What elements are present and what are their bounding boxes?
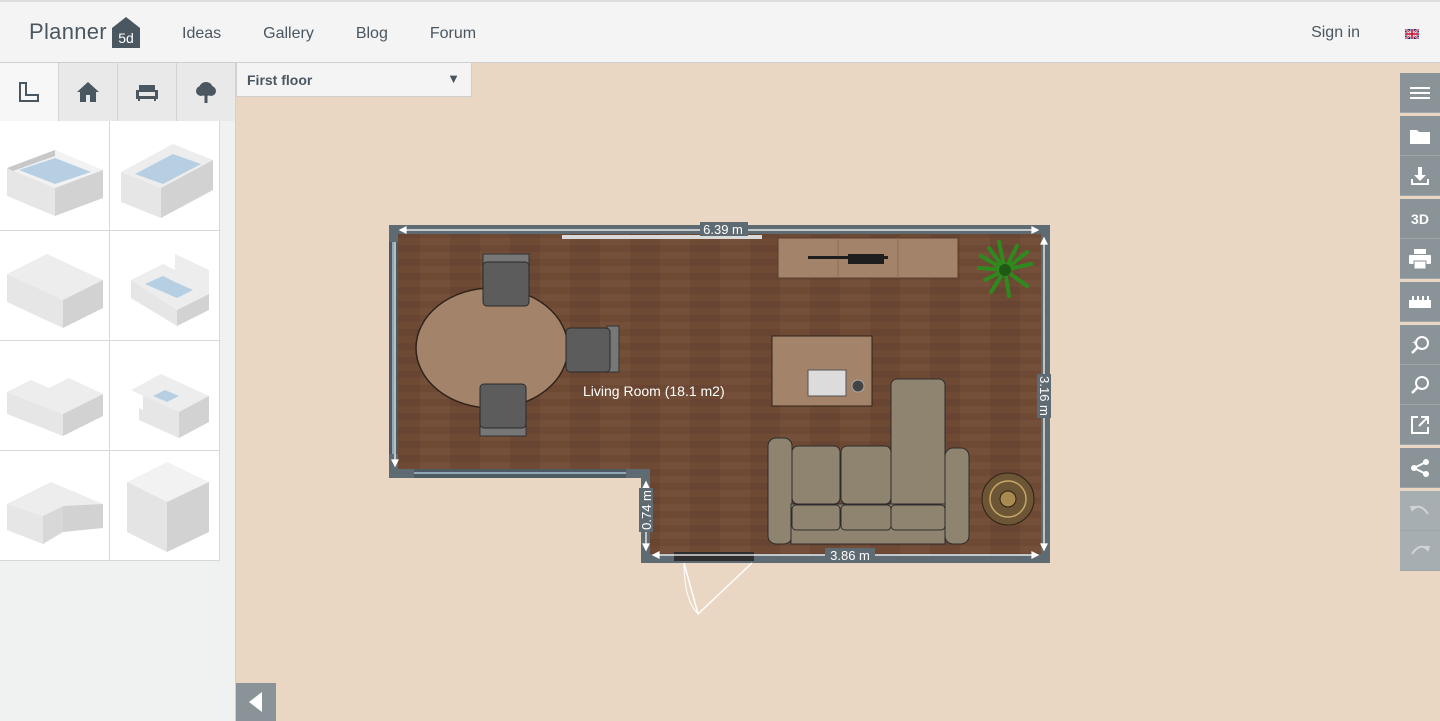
top-header: Planner 5d Ideas Gallery Blog Forum Sign… [0,0,1440,63]
ruler-button[interactable] [1400,282,1440,322]
zoom-in-icon: + [1411,335,1429,354]
collapse-panel-button[interactable] [236,683,276,721]
mug [851,379,865,393]
print-icon [1409,248,1431,269]
open-button[interactable] [1400,116,1440,156]
planner5d-logo[interactable]: Planner 5d [29,14,141,50]
room-shape-item[interactable] [0,341,110,451]
logo-badge-text: 5d [118,30,134,46]
rectangular-room-with-floor-icon [6,149,103,216]
share-button[interactable] [1400,448,1440,488]
dimension-bottom: 3.86 m [830,548,870,563]
tree-icon [196,82,216,103]
room-shape-item[interactable] [110,231,220,341]
3d-view-label: 3D [1411,210,1429,227]
download-icon [1411,166,1429,185]
room-shape-item[interactable] [0,121,110,231]
zoom-out-icon [1411,375,1429,394]
floor-plan-canvas[interactable]: 6.39 m 3.86 m 3.16 m 0.74 m [380,215,1060,625]
room-shape-item[interactable] [110,451,220,561]
sofa-icon [136,85,158,101]
uk-flag-icon[interactable] [1405,29,1419,39]
room-label[interactable]: Living Room (18.1 m2) [583,383,725,399]
chair-right [565,325,620,373]
l-shaped-room-wide-icon [6,377,103,436]
nav-ideas[interactable]: Ideas [182,25,221,43]
floor-select-value: First floor [247,72,313,88]
catalog-scrollbar[interactable] [222,121,235,721]
menu-button[interactable] [1400,73,1440,113]
logo-house-icon: 5d [111,17,140,48]
3d-view-button[interactable]: 3D [1400,199,1440,239]
catalog-panel [0,63,236,721]
door-swing [683,562,753,616]
external-link-icon [1411,415,1429,434]
room-outline-icon [19,82,39,102]
large-rectangular-room-icon [6,253,103,328]
rooms-tab[interactable] [0,63,59,121]
room-shape-item[interactable] [0,451,110,561]
download-button[interactable] [1400,156,1440,196]
cut-corner-room-icon [130,373,209,438]
right-toolbar: 3D + [1400,73,1440,571]
round-side-table [981,472,1035,526]
room-shape-item[interactable] [0,231,110,341]
house-icon [77,82,99,102]
share-icon [1411,458,1429,477]
room-shape-item[interactable] [110,341,220,451]
svg-text:+: + [1412,338,1417,347]
rectangular-room-icon [120,143,213,218]
furniture-tab[interactable] [118,63,177,121]
floor-select[interactable]: First floor ▼ [236,63,472,97]
l-shaped-room-icon [6,481,103,544]
house-tab[interactable] [59,63,118,121]
dimension-right: 3.16 m [1037,376,1052,416]
redo-icon [1411,545,1430,555]
sign-in-link[interactable]: Sign in [1311,24,1360,42]
menu-icon [1410,86,1430,99]
undo-icon [1410,505,1429,515]
ruler-icon [1409,295,1431,308]
l-shaped-room-small-icon [130,253,209,326]
chair-top [482,253,530,307]
nav-gallery[interactable]: Gallery [263,25,314,43]
room-shape-item[interactable] [110,121,220,231]
exterior-tab[interactable] [177,63,236,121]
laptop [807,369,847,397]
logo-text: Planner [29,19,107,44]
dimension-step: 0.74 m [639,490,654,530]
chair-bottom [479,383,527,437]
floor-plan-drawing: 6.39 m 3.86 m 3.16 m 0.74 m [389,222,1052,616]
chevron-left-icon [249,692,262,712]
zoom-in-button[interactable]: + [1400,325,1440,365]
nav-blog[interactable]: Blog [356,25,388,43]
main-nav: Ideas Gallery Blog Forum [182,2,518,65]
solid-box-icon [126,461,209,552]
zoom-out-button[interactable] [1400,365,1440,405]
redo-button[interactable] [1400,531,1440,571]
dropdown-arrow-icon: ▼ [447,71,460,86]
dimension-top: 6.39 m [703,222,743,237]
print-button[interactable] [1400,239,1440,279]
catalog-tabs [0,63,236,121]
external-link-button[interactable] [1400,405,1440,445]
folder-icon [1410,129,1430,144]
door [674,552,754,561]
undo-button[interactable] [1400,491,1440,531]
nav-forum[interactable]: Forum [430,25,476,43]
